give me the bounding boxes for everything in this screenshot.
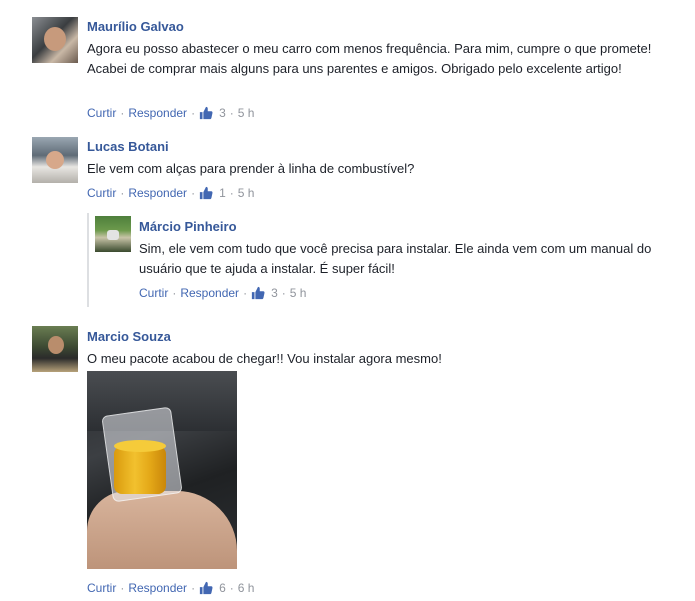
comment-actions: Curtir · Responder · 1 · 5 h	[87, 186, 254, 200]
attached-photo[interactable]	[87, 371, 237, 569]
like-link[interactable]: Curtir	[87, 186, 116, 200]
separator: ·	[229, 106, 234, 120]
separator: ·	[191, 581, 196, 595]
separator: ·	[120, 106, 125, 120]
avatar[interactable]	[32, 17, 78, 63]
like-count: 3	[219, 106, 226, 120]
separator: ·	[243, 286, 248, 300]
like-link[interactable]: Curtir	[139, 286, 168, 300]
commenter-name[interactable]: Maurílio Galvao	[87, 19, 184, 34]
reply-link[interactable]: Responder	[128, 186, 187, 200]
photo-yellow-device	[114, 440, 166, 494]
avatar-face	[46, 151, 64, 169]
reply-link[interactable]: Responder	[128, 581, 187, 595]
avatar[interactable]	[32, 137, 78, 183]
reply-link[interactable]: Responder	[180, 286, 239, 300]
thumbs-up-icon[interactable]	[199, 106, 213, 120]
like-count: 3	[271, 286, 278, 300]
commenter-name[interactable]: Lucas Botani	[87, 139, 169, 154]
thumbs-up-icon[interactable]	[199, 186, 213, 200]
separator: ·	[229, 186, 234, 200]
timestamp[interactable]: 5 h	[290, 286, 307, 300]
avatar[interactable]	[32, 326, 78, 372]
thumbs-up-icon[interactable]	[199, 581, 213, 595]
separator: ·	[120, 186, 125, 200]
photo-hand	[87, 491, 237, 569]
commenter-name[interactable]: Márcio Pinheiro	[139, 219, 237, 234]
comment-actions: Curtir · Responder · 6 · 6 h	[87, 581, 254, 595]
separator: ·	[281, 286, 286, 300]
avatar-face	[48, 336, 64, 354]
comment-text: Sim, ele vem com tudo que você precisa p…	[139, 241, 652, 276]
like-link[interactable]: Curtir	[87, 106, 116, 120]
timestamp[interactable]: 6 h	[238, 581, 255, 595]
comment-actions: Curtir · Responder · 3 · 5 h	[87, 106, 254, 120]
like-link[interactable]: Curtir	[87, 581, 116, 595]
avatar-face	[107, 230, 119, 240]
comment-text: Agora eu posso abastecer o meu carro com…	[87, 41, 652, 76]
avatar[interactable]	[95, 216, 131, 252]
reply-link[interactable]: Responder	[128, 106, 187, 120]
separator: ·	[229, 581, 234, 595]
like-count: 1	[219, 186, 226, 200]
commenter-name[interactable]: Marcio Souza	[87, 329, 171, 344]
separator: ·	[191, 186, 196, 200]
timestamp[interactable]: 5 h	[238, 106, 255, 120]
comment-actions: Curtir · Responder · 3 · 5 h	[139, 286, 306, 300]
separator: ·	[191, 106, 196, 120]
separator: ·	[172, 286, 177, 300]
timestamp[interactable]: 5 h	[238, 186, 255, 200]
avatar-face	[44, 27, 66, 51]
comment-text: O meu pacote acabou de chegar!! Vou inst…	[87, 351, 442, 366]
thumbs-up-icon[interactable]	[251, 286, 265, 300]
comment-text: Ele vem com alças para prender à linha d…	[87, 161, 415, 176]
reply-thread-line	[87, 213, 89, 307]
like-count: 6	[219, 581, 226, 595]
separator: ·	[120, 581, 125, 595]
